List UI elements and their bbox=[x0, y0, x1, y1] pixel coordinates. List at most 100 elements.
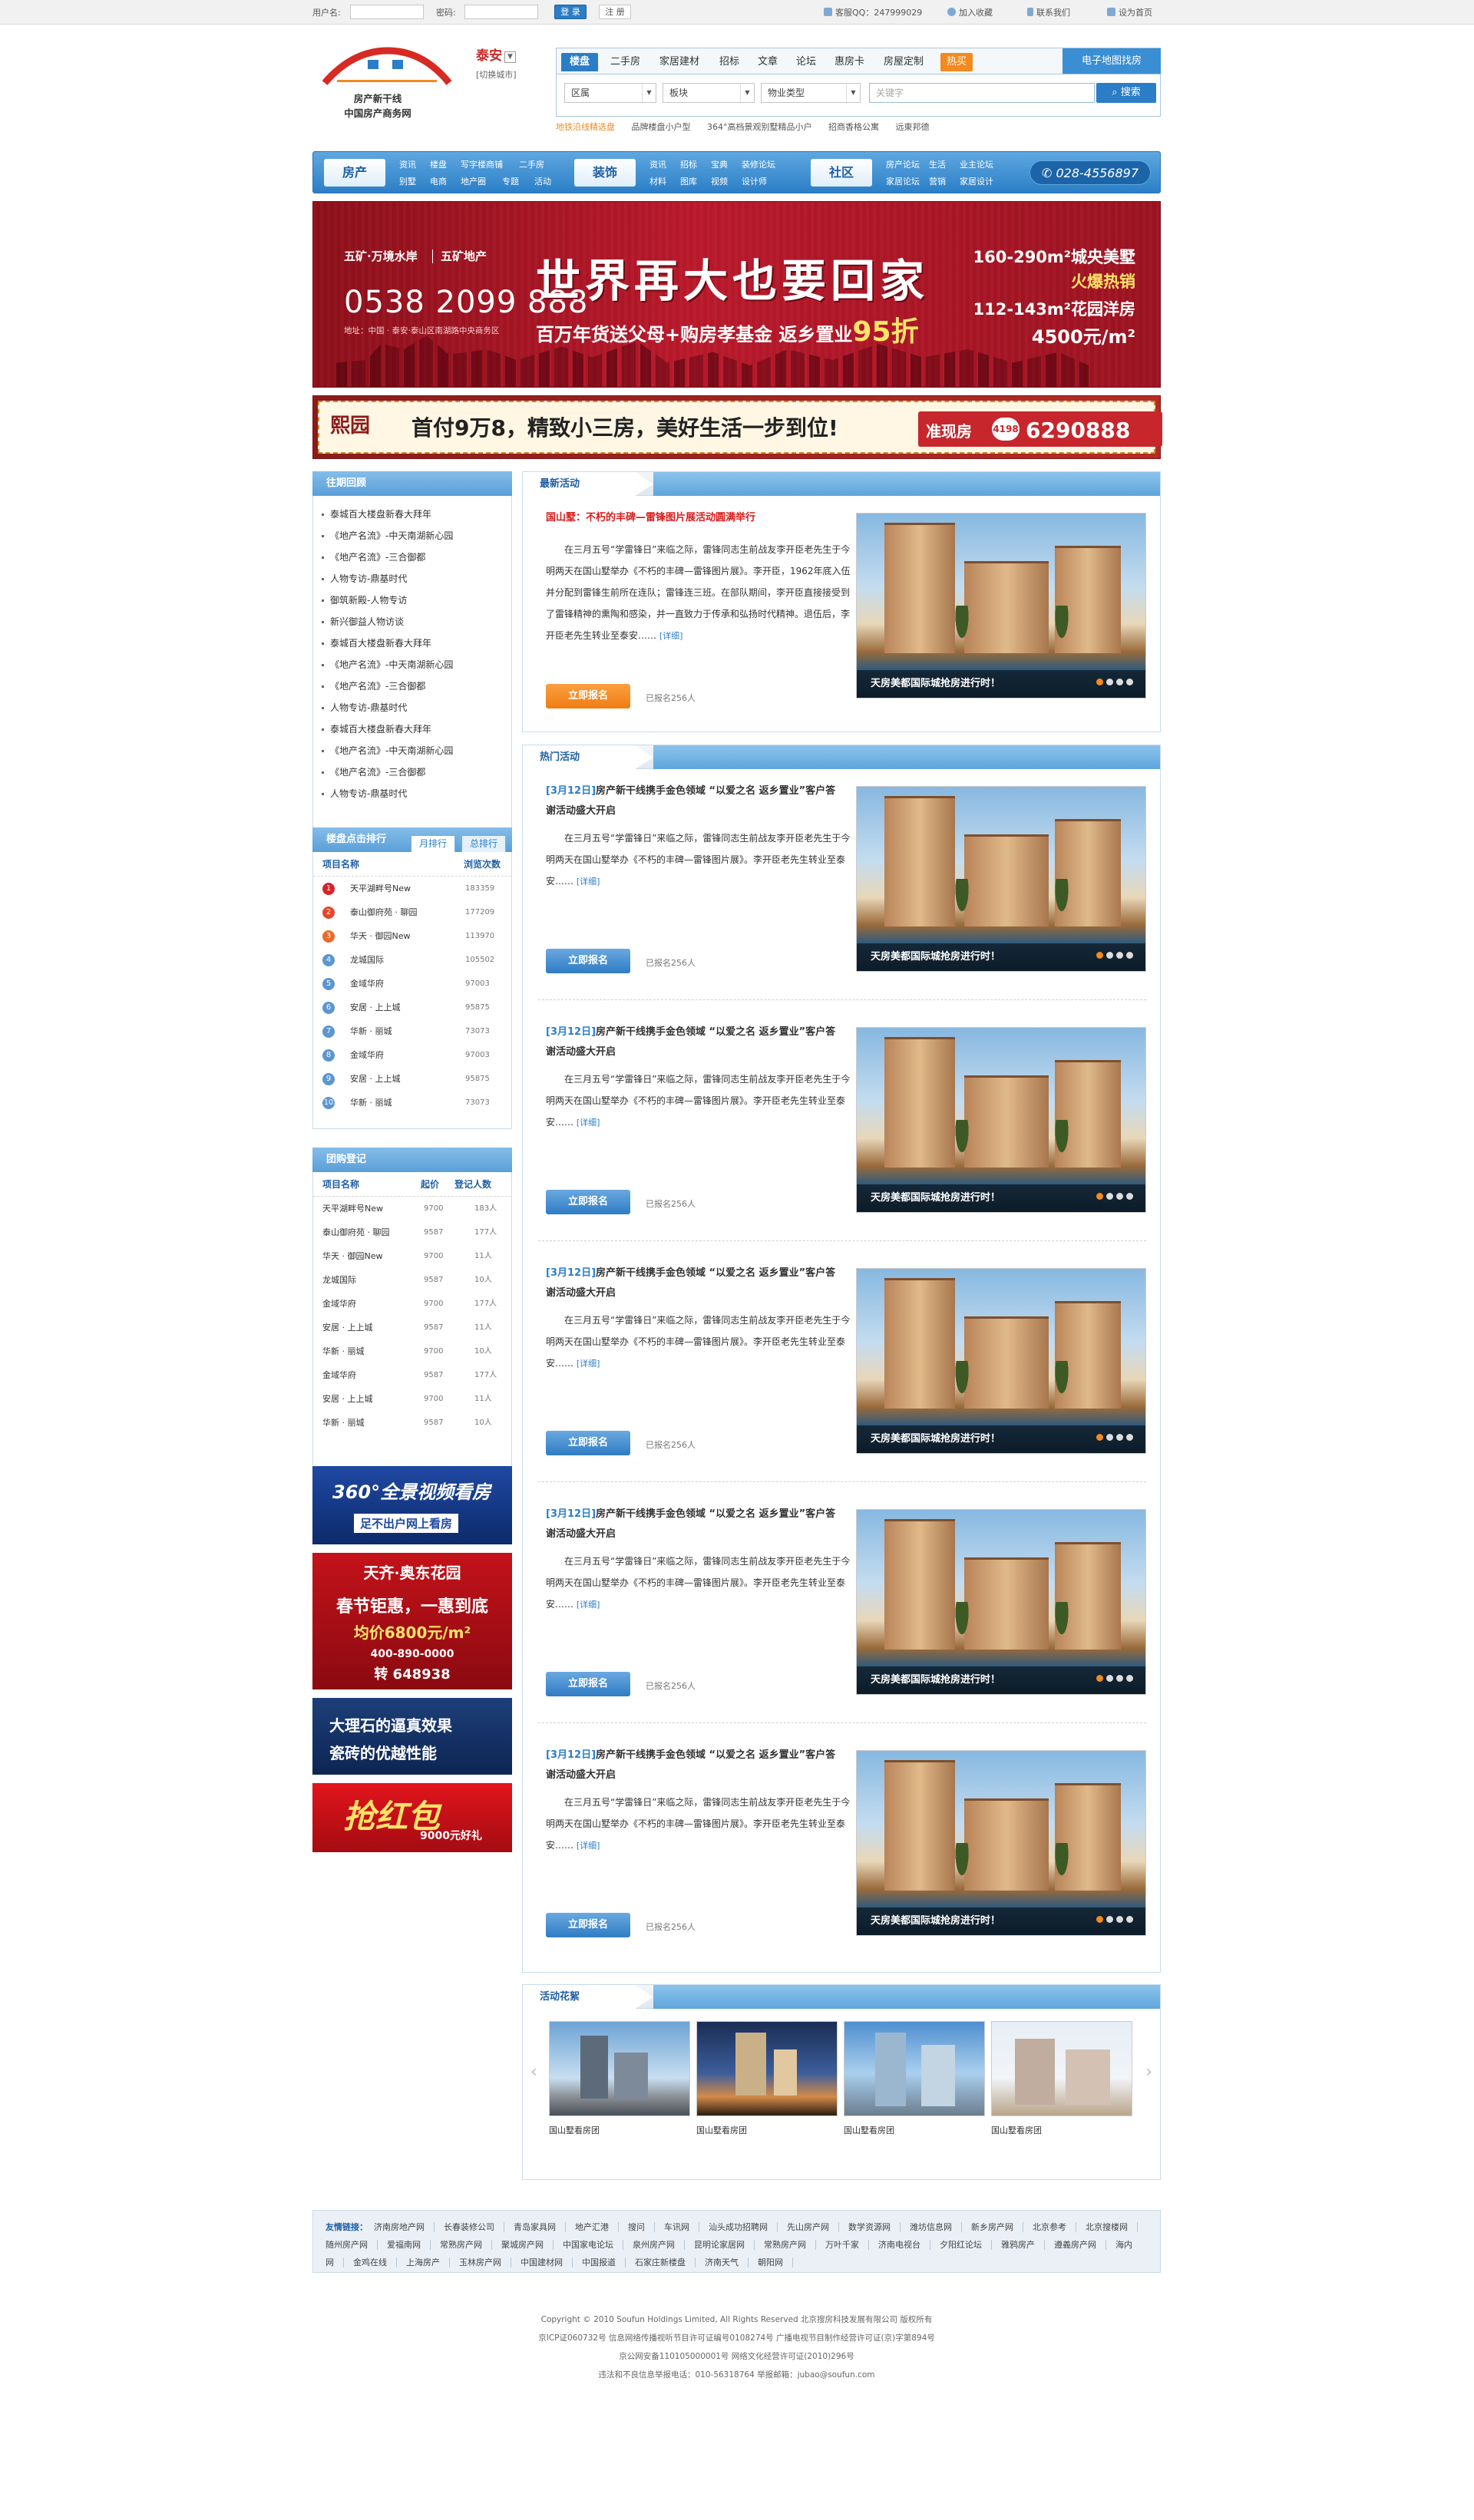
friend-link[interactable]: 石家庄新楼盘 bbox=[635, 2257, 696, 2267]
tab-custom-house[interactable]: 房屋定制 bbox=[884, 53, 924, 71]
review-item[interactable]: 泰城百大楼盘新春大拜年 bbox=[313, 632, 511, 654]
activity-photo[interactable]: 天房美都国际城抢房进行时！ bbox=[856, 1027, 1146, 1213]
service-qq[interactable]: 客服QQ：247999029 bbox=[824, 6, 922, 18]
add-favorite-link[interactable]: 加入收藏 bbox=[947, 6, 993, 18]
activity-photo[interactable]: 天房美都国际城抢房进行时！ bbox=[856, 1268, 1146, 1454]
tab-discount-card[interactable]: 惠房卡 bbox=[834, 53, 864, 71]
banner-wukuang[interactable]: 五矿·万境水岸 五矿地产 0538 2099 888 地址：中国 · 泰安·泰山… bbox=[312, 201, 1161, 388]
nav-decor[interactable]: 装饰 bbox=[574, 159, 636, 187]
username-input[interactable] bbox=[350, 5, 424, 19]
rank-row[interactable]: 1 天平湖畔号New 183359 bbox=[313, 877, 511, 900]
switch-city-link[interactable]: [切换城市] bbox=[476, 68, 517, 81]
gallery-item[interactable]: 国山墅看房团 bbox=[696, 2021, 838, 2144]
group-row[interactable]: 安居 · 上上城 9587 11人 bbox=[313, 1316, 511, 1339]
activity-photo[interactable]: 天房美都国际城抢房进行时！ bbox=[856, 513, 1146, 699]
friend-link[interactable]: 车讯网 bbox=[664, 2222, 699, 2232]
join-button[interactable]: 立即报名 bbox=[546, 684, 630, 708]
review-item[interactable]: 泰城百大楼盘新春大拜年 bbox=[313, 718, 511, 740]
tab-secondhand[interactable]: 二手房 bbox=[610, 53, 640, 71]
nav-link[interactable]: 宝典 bbox=[711, 158, 728, 170]
friend-link[interactable]: 中国家电论坛 bbox=[563, 2240, 623, 2250]
tab-home-materials[interactable]: 家居建材 bbox=[659, 53, 699, 71]
nav-link[interactable]: 图库 bbox=[680, 175, 697, 187]
friend-link[interactable]: 先山房产网 bbox=[787, 2222, 839, 2232]
group-row[interactable]: 金域华府 9700 177人 bbox=[313, 1292, 511, 1316]
rank-row[interactable]: 5 金域华府 97003 bbox=[313, 972, 511, 996]
review-item[interactable]: 人物专访-鼎基时代 bbox=[313, 568, 511, 590]
activity-title[interactable]: [3月12日]房产新干线携手金色领域 “以爱之名 返乡置业”客户答谢活动盛大开启 bbox=[546, 781, 838, 821]
nav-link[interactable]: 招标 bbox=[680, 158, 697, 170]
tab-articles[interactable]: 文章 bbox=[758, 53, 778, 71]
activity-title[interactable]: [3月12日]房产新干线携手金色领域 “以爱之名 返乡置业”客户答谢活动盛大开启 bbox=[546, 1504, 838, 1544]
review-item[interactable]: 《地产名流》-三合御都 bbox=[313, 761, 511, 783]
friend-link[interactable]: 玉林房产网 bbox=[459, 2257, 511, 2267]
group-row[interactable]: 华新 · 丽城 9587 10人 bbox=[313, 1411, 511, 1435]
friend-link[interactable]: 常熟房产网 bbox=[764, 2240, 816, 2250]
banner-xiyuan[interactable]: 熙园 首付9万8，精致小三房，美好生活一步到位! 准现房 4198 629088… bbox=[312, 395, 1162, 459]
join-button[interactable]: 立即报名 bbox=[546, 1431, 630, 1455]
detail-link[interactable]: [详细] bbox=[577, 1841, 600, 1851]
map-search-button[interactable]: 电子地图找房 bbox=[1063, 48, 1161, 74]
friend-link[interactable]: 夕阳红论坛 bbox=[940, 2240, 992, 2250]
nav-link[interactable]: 材料 bbox=[649, 175, 666, 187]
contact-link[interactable]: 联系我们 bbox=[1027, 6, 1070, 18]
rank-row[interactable]: 4 龙城国际 105502 bbox=[313, 948, 511, 972]
friend-link[interactable]: 遵義房产网 bbox=[1054, 2240, 1106, 2250]
friend-link[interactable]: 青岛家具网 bbox=[514, 2222, 566, 2232]
tab-month-rank[interactable]: 月排行 bbox=[411, 835, 456, 852]
group-row[interactable]: 华天 · 御园New 9700 11人 bbox=[313, 1244, 511, 1268]
review-item[interactable]: 人物专访-鼎基时代 bbox=[313, 783, 511, 804]
carousel-dots[interactable] bbox=[1093, 950, 1133, 961]
friend-link[interactable]: 潍坊信息网 bbox=[910, 2222, 962, 2232]
friend-link[interactable]: 爱福南网 bbox=[387, 2240, 431, 2250]
rank-row[interactable]: 10 华新 · 丽城 73073 bbox=[313, 1091, 511, 1115]
friend-link[interactable]: 北京搜楼网 bbox=[1086, 2222, 1138, 2232]
friend-link[interactable]: 济南电视台 bbox=[878, 2240, 930, 2250]
login-button[interactable]: 登 录 bbox=[554, 5, 587, 19]
hot-keyword[interactable]: 远東邦德 bbox=[896, 122, 930, 132]
group-row[interactable]: 安居 · 上上城 9700 11人 bbox=[313, 1387, 511, 1411]
property-type-select[interactable]: 物业类型 ▼ bbox=[761, 83, 861, 103]
join-button[interactable]: 立即报名 bbox=[546, 1672, 630, 1696]
hot-keyword[interactable]: 品牌楼盘小户型 bbox=[632, 122, 691, 132]
friend-link[interactable]: 中国报道 bbox=[582, 2257, 626, 2267]
join-button[interactable]: 立即报名 bbox=[546, 1913, 630, 1937]
friend-link[interactable]: 济南天气 bbox=[705, 2257, 749, 2267]
friend-link[interactable]: 金鸡在线 bbox=[353, 2257, 397, 2267]
block-select[interactable]: 板块 ▼ bbox=[663, 83, 755, 103]
hot-keyword[interactable]: 364°高档景观别墅精品小户 bbox=[707, 122, 812, 132]
review-item[interactable]: 《地产名流》-三合御都 bbox=[313, 675, 511, 697]
tab-hot[interactable]: 热买 bbox=[940, 53, 973, 71]
join-button[interactable]: 立即报名 bbox=[546, 949, 630, 973]
friend-link[interactable]: 朝阳网 bbox=[758, 2257, 793, 2267]
nav-community[interactable]: 社区 bbox=[811, 159, 872, 187]
activity-title[interactable]: [3月12日]房产新干线携手金色领域 “以爱之名 返乡置业”客户答谢活动盛大开启 bbox=[546, 1022, 838, 1062]
nav-link[interactable]: 业主论坛 bbox=[960, 158, 993, 170]
activity-title[interactable]: [3月12日]房产新干线携手金色领域 “以爱之名 返乡置业”客户答谢活动盛大开启 bbox=[546, 1263, 838, 1303]
review-item[interactable]: 泰城百大楼盘新春大拜年 bbox=[313, 504, 511, 525]
hot-keyword[interactable]: 招商香格公寓 bbox=[828, 122, 879, 132]
review-item[interactable]: 《地产名流》-中天南湖新心园 bbox=[313, 740, 511, 761]
friend-link[interactable]: 万叶千家 bbox=[825, 2240, 869, 2250]
tab-loupan[interactable]: 楼盘 bbox=[561, 53, 599, 71]
chevron-right-icon[interactable]: › bbox=[1145, 2063, 1152, 2082]
activity-title[interactable]: 国山墅：不朽的丰碑—雷锋图片展活动圆满举行 bbox=[546, 508, 838, 528]
register-button[interactable]: 注 册 bbox=[599, 5, 631, 19]
review-item[interactable]: 《地产名流》-中天南湖新心园 bbox=[313, 525, 511, 547]
review-item[interactable]: 新兴御益人物访谈 bbox=[313, 611, 511, 632]
friend-link[interactable]: 长春装修公司 bbox=[444, 2222, 504, 2232]
nav-link[interactable]: 装修论坛 bbox=[742, 158, 775, 170]
ad-360-video[interactable]: 360°全景视频看房 足不出户网上看房 bbox=[312, 1466, 512, 1544]
friend-link[interactable]: 常熟房产网 bbox=[440, 2240, 492, 2250]
set-homepage-link[interactable]: 设为首页 bbox=[1107, 6, 1152, 18]
tab-total-rank[interactable]: 总排行 bbox=[461, 835, 507, 852]
keyword-input[interactable]: 关键字 bbox=[869, 83, 1095, 103]
nav-link[interactable]: 视频 bbox=[711, 175, 728, 187]
carousel-dots[interactable] bbox=[1093, 1673, 1133, 1684]
review-item[interactable]: 御筑新殿-人物专访 bbox=[313, 590, 511, 611]
nav-link[interactable]: 设计师 bbox=[742, 175, 767, 187]
friend-link[interactable]: 数学资源网 bbox=[848, 2222, 901, 2232]
nav-link[interactable]: 生活 bbox=[929, 158, 946, 170]
detail-link[interactable]: [详细] bbox=[577, 1118, 600, 1128]
rank-row[interactable]: 7 华新 · 丽城 73073 bbox=[313, 1019, 511, 1043]
